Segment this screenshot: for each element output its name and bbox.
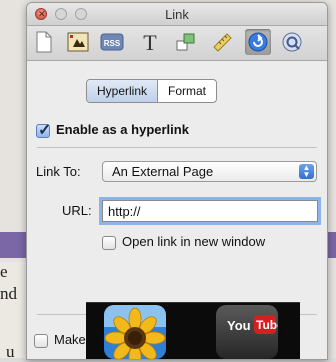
url-value: http://	[108, 204, 141, 219]
youtube-logo-text: You	[227, 318, 251, 333]
qt-inspector-button[interactable]	[279, 29, 305, 55]
link-inspector-button[interactable]	[245, 29, 271, 55]
dock-bar: You Tube	[86, 302, 300, 359]
checkmark-icon: ✓	[38, 122, 52, 139]
photo-app-icon[interactable]	[104, 305, 166, 359]
tab-hyperlink[interactable]: Hyperlink	[87, 80, 158, 102]
divider	[37, 147, 317, 148]
rss-icon: RSS	[100, 33, 124, 51]
background-letter: e	[0, 262, 8, 281]
background-letter: u	[6, 342, 15, 361]
window-title: Link	[165, 7, 189, 22]
document-inspector-button[interactable]	[31, 29, 57, 55]
graphic-inspector-button[interactable]	[65, 29, 91, 55]
title-bar[interactable]: ✕ Link	[27, 3, 327, 26]
graphic-icon	[67, 32, 89, 52]
svg-text:T: T	[143, 31, 157, 53]
qt-icon	[282, 32, 302, 52]
rss-inspector-button[interactable]: RSS	[99, 29, 125, 55]
make-checkbox[interactable]	[34, 334, 48, 348]
url-label: URL:	[62, 203, 92, 218]
sunflower-icon	[104, 305, 166, 359]
youtube-logo-badge: Tube	[254, 315, 278, 334]
metrics-inspector-button[interactable]	[173, 29, 199, 55]
popup-arrows-icon: ▲ ▼	[299, 164, 314, 179]
open-new-window-checkbox[interactable]	[102, 236, 116, 250]
inspector-toolbar: RSS T	[27, 26, 327, 61]
youtube-app-icon[interactable]: You Tube	[216, 305, 278, 359]
link-to-popup[interactable]: An External Page ▲ ▼	[102, 161, 317, 182]
tab-format[interactable]: Format	[158, 80, 216, 102]
svg-text:RSS: RSS	[104, 39, 121, 48]
background-letter: nd	[0, 284, 17, 303]
youtube-logo-tube: Tube	[256, 318, 278, 332]
text-icon: T	[143, 31, 157, 53]
document-icon	[36, 31, 52, 53]
open-new-window-label: Open link in new window	[122, 234, 266, 249]
metrics-icon	[176, 33, 195, 51]
make-label: Make	[54, 332, 86, 347]
ruler-icon	[213, 33, 232, 52]
link-to-value: An External Page	[112, 164, 214, 179]
ruler-inspector-button[interactable]	[209, 29, 235, 55]
url-input[interactable]: http://	[102, 200, 318, 222]
inspector-tab-control: Hyperlink Format	[86, 79, 218, 103]
link-to-label: Link To:	[36, 164, 81, 179]
enable-hyperlink-checkbox[interactable]: ✓	[36, 122, 51, 139]
text-inspector-button[interactable]: T	[137, 29, 163, 55]
enable-hyperlink-label: Enable as a hyperlink	[56, 122, 189, 137]
link-inspector-icon	[248, 32, 268, 52]
